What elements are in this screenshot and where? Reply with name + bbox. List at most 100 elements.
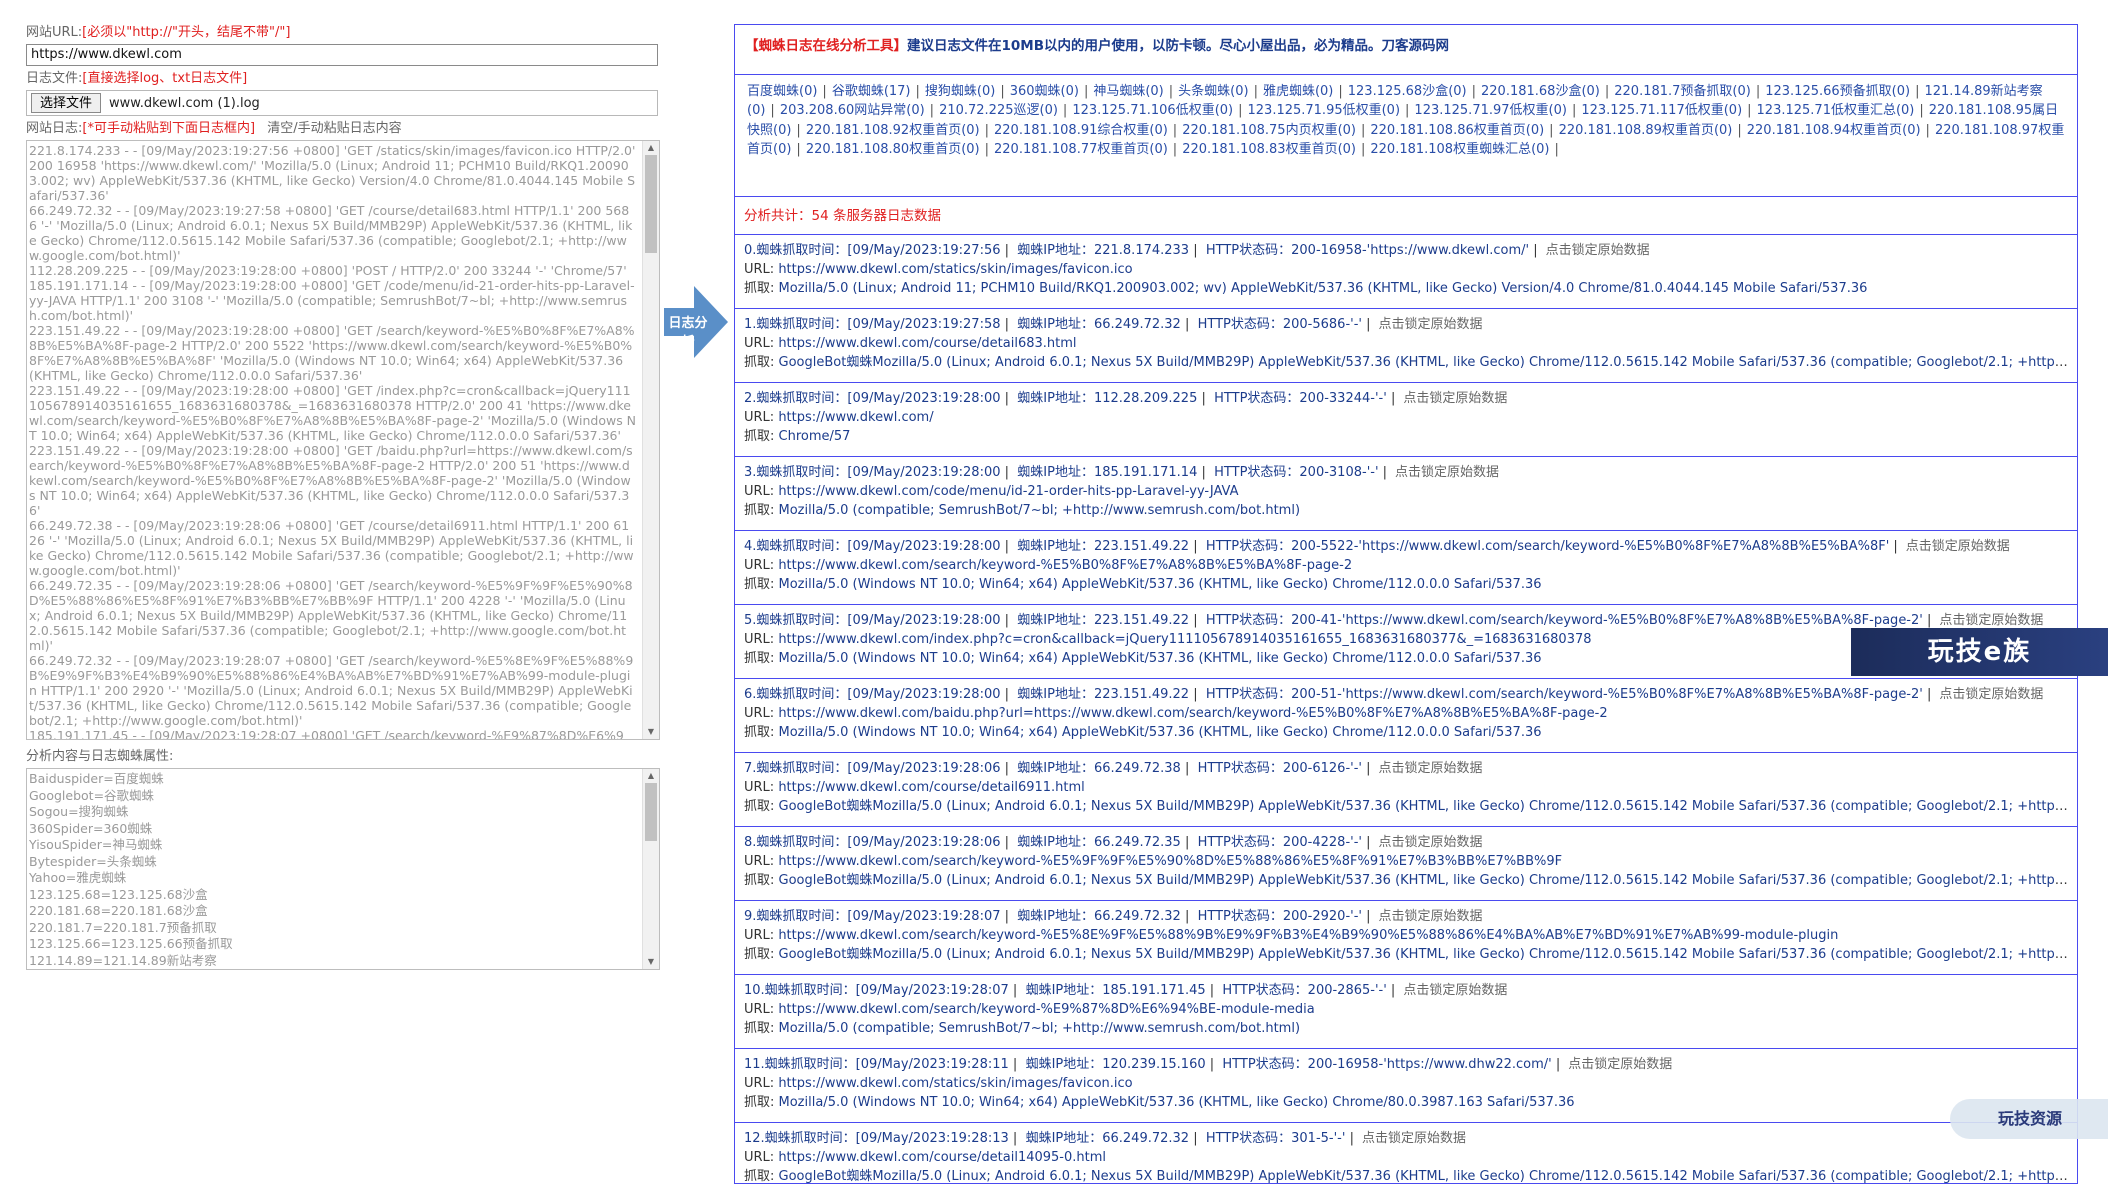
entry-url-link[interactable]: https://www.dkewl.com/ — [778, 410, 933, 425]
spider-link[interactable]: 220.181.108.86权重首页(0) — [1370, 123, 1544, 138]
separator: | — [1551, 1057, 1561, 1072]
attr-textarea[interactable]: Baiduspider=百度蜘蛛 Googlebot=谷歌蜘蛛 Sogou=搜狗… — [26, 768, 660, 970]
separator: | — [1008, 1131, 1026, 1146]
entry-user-agent: Mozilla/5.0 (Linux; Android 11; PCHM10 B… — [778, 281, 1868, 296]
spider-link[interactable]: 神马蜘蛛(0) — [1093, 84, 1163, 99]
scroll-up-icon[interactable]: ▲ — [643, 142, 659, 154]
entry-meta: 10.蜘蛛抓取时间：[09/May/2023:19:28:07 | 蜘蛛IP地址… — [744, 981, 2069, 1000]
ua-prefix: 抓取: — [744, 725, 779, 740]
log-scrollbar[interactable]: ▲ ▼ — [642, 141, 659, 739]
separator: | — [1378, 465, 1388, 480]
spider-link[interactable]: 220.181.108.94权重首页(0) — [1747, 123, 1921, 138]
ua-prefix: 抓取: — [744, 799, 779, 814]
spider-link[interactable]: 360蜘蛛(0) — [1010, 84, 1079, 99]
file-name: www.dkewl.com (1).log — [109, 95, 260, 111]
entry-url-link[interactable]: https://www.dkewl.com/search/keyword-%E5… — [778, 558, 1352, 573]
spider-link[interactable]: 123.125.68沙盒(0) — [1348, 84, 1467, 99]
entry-url-link[interactable]: https://www.dkewl.com/course/detail14095… — [778, 1150, 1106, 1165]
entry-url-link[interactable]: https://www.dkewl.com/statics/skin/image… — [778, 262, 1132, 277]
url-label: 网站URL: — [26, 25, 83, 40]
spider-link[interactable]: 头条蜘蛛(0) — [1178, 84, 1248, 99]
entry-url-link[interactable]: https://www.dkewl.com/search/keyword-%E5… — [778, 854, 1562, 869]
lock-raw-data-link[interactable]: 点击锁定原始数据 — [1403, 983, 1507, 998]
lock-raw-data-link[interactable]: 点击锁定原始数据 — [1546, 243, 1650, 258]
spider-link[interactable]: 雅虎蜘蛛(0) — [1263, 84, 1333, 99]
lock-raw-data-link[interactable]: 点击锁定原始数据 — [1362, 1131, 1466, 1146]
log-entry: 9.蜘蛛抓取时间：[09/May/2023:19:28:07 | 蜘蛛IP地址：… — [735, 901, 2077, 975]
lock-raw-data-link[interactable]: 点击锁定原始数据 — [1906, 539, 2010, 554]
lock-raw-data-link[interactable]: 点击锁定原始数据 — [1395, 465, 1499, 480]
lock-raw-data-link[interactable]: 点击锁定原始数据 — [1379, 909, 1483, 924]
entry-time: 9.蜘蛛抓取时间：[09/May/2023:19:28:07 — [744, 909, 1001, 924]
url-input[interactable]: https://www.dkewl.com — [26, 44, 658, 66]
spider-link[interactable]: 220.181.68沙盒(0) — [1481, 84, 1600, 99]
spider-link[interactable]: 210.72.225巡逻(0) — [939, 103, 1058, 118]
url-prefix: URL: — [744, 410, 779, 425]
separator: | — [1338, 84, 1343, 99]
choose-file-button[interactable]: 选择文件 — [31, 93, 102, 113]
log-textarea[interactable]: 221.8.174.233 - - [09/May/2023:19:27:56 … — [26, 140, 660, 740]
attr-scrollbar[interactable]: ▲ ▼ — [642, 769, 659, 969]
spider-link[interactable]: 123.125.71.95低权重(0) — [1248, 103, 1401, 118]
entry-status: HTTP状态码：200-2920-'-' — [1197, 909, 1362, 924]
clear-log-link[interactable]: 清空/手动粘贴日志内容 — [267, 121, 401, 136]
scroll-down-icon[interactable]: ▼ — [643, 956, 659, 968]
scroll-thumb[interactable] — [645, 783, 657, 841]
entry-url-link[interactable]: https://www.dkewl.com/search/keyword-%E9… — [778, 1002, 1314, 1017]
spider-link[interactable]: 百度蜘蛛(0) — [747, 84, 817, 99]
spider-link[interactable]: 123.125.71.97低权重(0) — [1414, 103, 1567, 118]
lock-raw-data-link[interactable]: 点击锁定原始数据 — [1939, 613, 2043, 628]
spider-link[interactable]: 220.181.7预备抓取(0) — [1614, 84, 1751, 99]
scroll-down-icon[interactable]: ▼ — [643, 726, 659, 738]
entry-time: 7.蜘蛛抓取时间：[09/May/2023:19:28:06 — [744, 761, 1001, 776]
separator: | — [1180, 761, 1198, 776]
entry-url-link[interactable]: https://www.dkewl.com/index.php?c=cron&c… — [778, 632, 1591, 647]
analyze-button[interactable]: 日志分析 — [664, 286, 728, 358]
separator: | — [1180, 909, 1198, 924]
separator: | — [1008, 983, 1026, 998]
separator: | — [1889, 539, 1898, 554]
entry-url-link[interactable]: https://www.dkewl.com/statics/skin/image… — [778, 1076, 1132, 1091]
file-hint: [直接选择log、txt日志文件] — [82, 71, 248, 86]
entry-url-link[interactable]: https://www.dkewl.com/course/detail6911.… — [778, 780, 1084, 795]
entry-url-link[interactable]: https://www.dkewl.com/search/keyword-%E5… — [778, 928, 1838, 943]
entry-status: HTTP状态码：301-5-'-' — [1205, 1131, 1346, 1146]
entry-url-link[interactable]: https://www.dkewl.com/baidu.php?url=http… — [778, 706, 1607, 721]
entry-url-link[interactable]: https://www.dkewl.com/course/detail683.h… — [778, 336, 1076, 351]
log-label: 网站日志: — [26, 121, 83, 136]
spider-link[interactable]: 220.181.108.91综合权重(0) — [994, 123, 1168, 138]
spider-link[interactable]: 220.181.108.92权重首页(0) — [806, 123, 980, 138]
entry-status: HTTP状态码：200-2865-'-' — [1222, 983, 1387, 998]
lock-raw-data-link[interactable]: 点击锁定原始数据 — [1403, 391, 1507, 406]
entry-time: 8.蜘蛛抓取时间：[09/May/2023:19:28:06 — [744, 835, 1001, 850]
lock-raw-data-link[interactable]: 点击锁定原始数据 — [1379, 317, 1483, 332]
spider-link[interactable]: 123.125.66预备抓取(0) — [1765, 84, 1910, 99]
entry-status: HTTP状态码：200-4228-'-' — [1197, 835, 1362, 850]
lock-raw-data-link[interactable]: 点击锁定原始数据 — [1939, 687, 2043, 702]
entry-time: 2.蜘蛛抓取时间：[09/May/2023:19:28:00 — [744, 391, 1001, 406]
entry-meta: 4.蜘蛛抓取时间：[09/May/2023:19:28:00 | 蜘蛛IP地址：… — [744, 537, 2069, 556]
spider-link[interactable]: 220.181.108权重蜘蛛汇总(0) — [1370, 142, 1549, 157]
spider-link[interactable]: 220.181.108.80权重首页(0) — [806, 142, 980, 157]
url-prefix: URL: — [744, 1002, 779, 1017]
spider-link[interactable]: 123.125.71.106低权重(0) — [1072, 103, 1233, 118]
lock-raw-data-link[interactable]: 点击锁定原始数据 — [1379, 835, 1483, 850]
lock-raw-data-link[interactable]: 点击锁定原始数据 — [1568, 1057, 1672, 1072]
spider-link[interactable]: 220.181.108.83权重首页(0) — [1182, 142, 1356, 157]
spider-link[interactable]: 123.125.71.117低权重(0) — [1581, 103, 1742, 118]
entry-ua-row: 抓取: GoogleBot蜘蛛Mozilla/5.0 (Linux; Andro… — [744, 1167, 2069, 1183]
spider-link[interactable]: 203.208.60网站异常(0) — [780, 103, 925, 118]
entry-url-row: URL: https://www.dkewl.com/statics/skin/… — [744, 1074, 2069, 1093]
file-input[interactable]: 选择文件 www.dkewl.com (1).log — [26, 90, 658, 116]
spider-link[interactable]: 123.125.71低权重汇总(0) — [1757, 103, 1915, 118]
separator: | — [1205, 1057, 1223, 1072]
spider-link[interactable]: 220.181.108.77权重首页(0) — [994, 142, 1168, 157]
scroll-up-icon[interactable]: ▲ — [643, 770, 659, 782]
lock-raw-data-link[interactable]: 点击锁定原始数据 — [1379, 761, 1483, 776]
spider-link[interactable]: 搜狗蜘蛛(0) — [925, 84, 995, 99]
scroll-thumb[interactable] — [645, 155, 657, 253]
spider-link[interactable]: 谷歌蜘蛛(17) — [832, 84, 911, 99]
spider-link[interactable]: 220.181.108.75内页权重(0) — [1182, 123, 1356, 138]
entry-url-link[interactable]: https://www.dkewl.com/code/menu/id-21-or… — [778, 484, 1238, 499]
spider-link[interactable]: 220.181.108.89权重首页(0) — [1559, 123, 1733, 138]
